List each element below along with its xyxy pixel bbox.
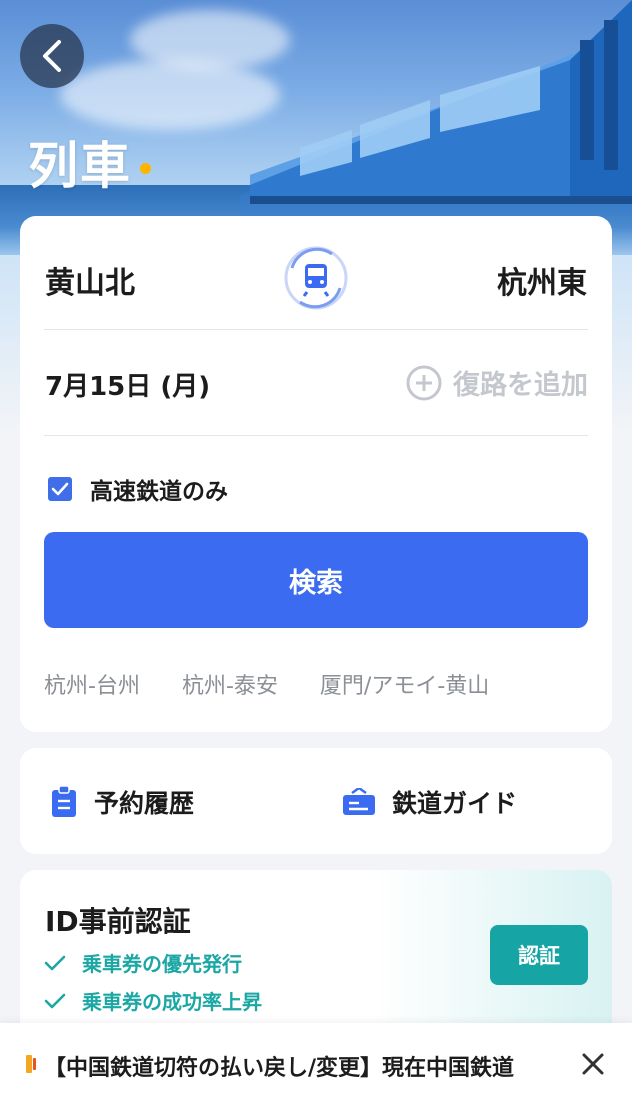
booking-history-label: 予約履歴 [94,789,195,818]
benefit-item: 乗車券の優先発行 [44,948,242,977]
search-button[interactable]: 検索 [44,532,588,628]
check-icon [51,482,69,496]
recent-route-item[interactable]: 厦門/アモイ-黄山 [320,668,489,700]
page-title: 列車 [28,137,132,195]
departure-station[interactable]: 黄山北 [45,258,135,302]
back-button[interactable] [20,24,84,88]
high-speed-checkbox[interactable] [48,477,72,501]
notice-text: 【中国鉄道切符の払い戻し/変更】現在中国鉄道 [44,1056,515,1081]
recent-routes: 杭州-台州 杭州-泰安 厦門/アモイ-黄山 [44,668,489,700]
notice-bar[interactable]: 【中国鉄道切符の払い戻し/変更】現在中国鉄道 [0,1023,632,1105]
id-verification-title: ID事前認証 [45,905,191,938]
departure-date[interactable]: 7月15日 (月) [45,366,210,403]
train-illustration [240,0,632,215]
benefit-item: 乗車券の成功率上昇 [44,986,262,1015]
speaker-icon [26,1055,36,1073]
ticket-icon [343,788,375,815]
plus-circle-icon [406,365,442,400]
railway-guide-link[interactable]: 鉄道ガイド [342,784,517,820]
quick-links-card: 予約履歴 鉄道ガイド [20,748,612,854]
checkmark-icon [44,955,66,970]
booking-history-link[interactable]: 予約履歴 [50,784,194,820]
recent-route-item[interactable]: 杭州-泰安 [182,668,278,700]
benefit-label: 乗車券の成功率上昇 [82,990,262,1014]
verify-button[interactable]: 認証 [490,925,588,985]
clipboard-icon [52,786,76,817]
divider [44,435,588,436]
back-arrow-icon [43,40,61,72]
high-speed-label: 高速鉄道のみ [90,479,228,505]
close-icon[interactable] [576,1047,610,1081]
railway-guide-label: 鉄道ガイド [392,789,518,818]
search-card: 黄山北 杭州東 7月15日 (月) 復路を追加 高速鉄道のみ 検索 杭州-台州 … [20,216,612,732]
arrival-station[interactable]: 杭州東 [497,258,587,302]
divider [44,329,588,330]
train-swap-icon [284,246,348,310]
high-speed-only-toggle[interactable]: 高速鉄道のみ [48,472,228,506]
benefit-label: 乗車券の優先発行 [82,952,242,976]
checkmark-icon [44,993,66,1008]
add-return-label: 復路を追加 [453,370,588,401]
swap-stations-button[interactable] [282,244,350,312]
recent-route-item[interactable]: 杭州-台州 [44,668,140,700]
title-accent-dot [140,163,151,174]
add-return-button[interactable]: 復路を追加 [405,363,588,402]
